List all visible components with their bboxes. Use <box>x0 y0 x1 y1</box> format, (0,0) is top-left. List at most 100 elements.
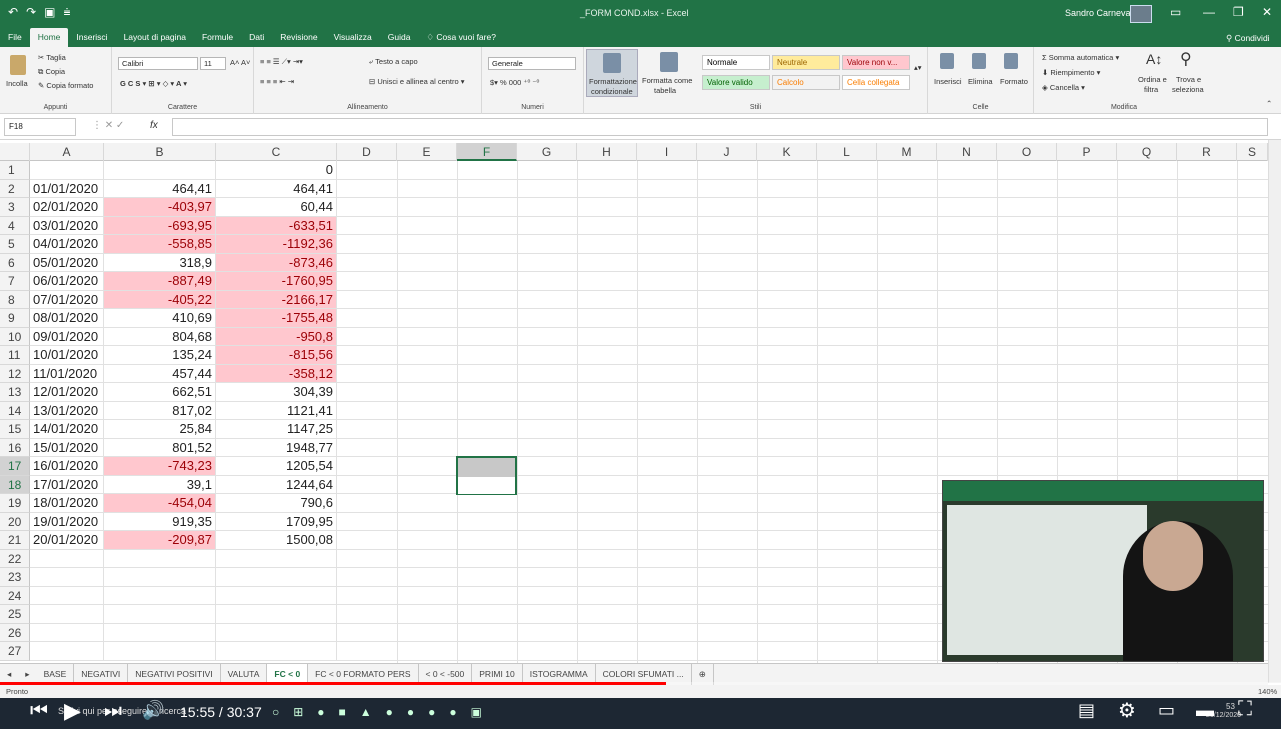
theater-icon[interactable]: ▬ <box>1196 700 1214 721</box>
tab-page-layout[interactable]: Layout di pagina <box>116 28 194 47</box>
cell-c[interactable]: -1760,95 <box>216 272 337 291</box>
zoom-level[interactable]: 140% <box>1258 687 1277 696</box>
tab-home[interactable]: Home <box>29 28 69 47</box>
currency-percent-icons[interactable]: $▾ % 000 ⁺⁰ ⁻⁰ <box>490 78 539 87</box>
style-calculation[interactable]: Calcolo <box>772 75 840 90</box>
format-as-table-button[interactable]: Formatta come tabella <box>642 49 696 97</box>
cell-b[interactable] <box>104 161 216 180</box>
cell-c[interactable]: 1709,95 <box>216 512 337 531</box>
row-header[interactable]: 2 <box>0 179 30 198</box>
bold-italic-underline-icons[interactable]: G C S ▾ ⊞ ▾ ◇ ▾ A ▾ <box>120 79 187 88</box>
customize-qat-icon[interactable]: ⩧ <box>63 5 70 23</box>
row-header[interactable]: 16 <box>0 438 30 457</box>
redo-icon[interactable]: ↷ <box>26 5 36 23</box>
restore-icon[interactable]: ❐ <box>1233 5 1244 19</box>
cell-c[interactable] <box>216 568 337 587</box>
column-header[interactable]: R <box>1177 143 1237 161</box>
copy-button[interactable]: ⧉ Copia <box>38 67 65 77</box>
cell-b[interactable]: 817,02 <box>104 401 216 420</box>
row-header[interactable]: 21 <box>0 531 30 550</box>
cell-c[interactable] <box>216 586 337 605</box>
style-normal[interactable]: Normale <box>702 55 770 70</box>
share-button[interactable]: ⚲ Condividi <box>1226 33 1270 44</box>
formula-input[interactable] <box>172 118 1268 136</box>
name-box[interactable]: F18 <box>4 118 76 136</box>
row-header[interactable]: 15 <box>0 420 30 439</box>
style-valid[interactable]: Valore valido <box>702 75 770 90</box>
cell-a[interactable]: 17/01/2020 <box>30 475 104 494</box>
column-header[interactable]: L <box>817 143 877 161</box>
format-button[interactable]: Formato <box>1000 77 1028 86</box>
column-header[interactable]: Q <box>1117 143 1177 161</box>
row-header[interactable]: 13 <box>0 383 30 402</box>
cell-a[interactable]: 02/01/2020 <box>30 198 104 217</box>
row-header[interactable]: 18 <box>0 475 30 494</box>
row-header[interactable]: 19 <box>0 494 30 513</box>
cell-c[interactable]: 1948,77 <box>216 438 337 457</box>
column-header[interactable]: F <box>457 143 517 161</box>
row-header[interactable]: 14 <box>0 401 30 420</box>
cell-a[interactable]: 19/01/2020 <box>30 512 104 531</box>
cell-a[interactable] <box>30 161 104 180</box>
cell-a[interactable] <box>30 642 104 661</box>
cell-b[interactable]: -887,49 <box>104 272 216 291</box>
column-header[interactable]: O <box>997 143 1057 161</box>
cell-b[interactable] <box>104 623 216 642</box>
cell-c[interactable] <box>216 623 337 642</box>
cell-a[interactable] <box>30 586 104 605</box>
row-header[interactable]: 20 <box>0 512 30 531</box>
row-header[interactable]: 10 <box>0 327 30 346</box>
cell-b[interactable]: 801,52 <box>104 438 216 457</box>
font-size-select[interactable]: 11 <box>200 57 226 70</box>
cell-a[interactable] <box>30 605 104 624</box>
style-neutral[interactable]: Neutrale <box>772 55 840 70</box>
cell-c[interactable]: 1244,64 <box>216 475 337 494</box>
cell-a[interactable]: 06/01/2020 <box>30 272 104 291</box>
cell-c[interactable]: 1205,54 <box>216 457 337 476</box>
cell-a[interactable] <box>30 549 104 568</box>
cell-a[interactable]: 12/01/2020 <box>30 383 104 402</box>
row-header[interactable]: 26 <box>0 623 30 642</box>
cell-b[interactable]: 318,9 <box>104 253 216 272</box>
cell-a[interactable]: 08/01/2020 <box>30 309 104 328</box>
cell-a[interactable]: 20/01/2020 <box>30 531 104 550</box>
cell-a[interactable]: 18/01/2020 <box>30 494 104 513</box>
sort-icon[interactable]: A↕ <box>1146 51 1162 67</box>
save-icon[interactable]: ▣ <box>44 5 55 23</box>
subtitles-icon[interactable]: ▤ <box>1078 700 1095 721</box>
column-header[interactable]: M <box>877 143 937 161</box>
style-invalid[interactable]: Valore non v... <box>842 55 910 70</box>
cell-a[interactable]: 11/01/2020 <box>30 364 104 383</box>
cell-c[interactable]: -633,51 <box>216 216 337 235</box>
cell-a[interactable]: 04/01/2020 <box>30 235 104 254</box>
cell-a[interactable]: 14/01/2020 <box>30 420 104 439</box>
cell-b[interactable]: -693,95 <box>104 216 216 235</box>
insert-function-icon[interactable]: fx <box>150 120 158 131</box>
tab-help[interactable]: Guida <box>380 28 419 47</box>
minimize-icon[interactable]: — <box>1203 5 1215 19</box>
cell-c[interactable]: -950,8 <box>216 327 337 346</box>
cell-b[interactable]: -405,22 <box>104 290 216 309</box>
font-name-select[interactable]: Calibri <box>118 57 198 70</box>
cell-c[interactable]: 0 <box>216 161 337 180</box>
cell-b[interactable]: -403,97 <box>104 198 216 217</box>
conditional-formatting-button[interactable]: Formattazione condizionale <box>586 49 638 97</box>
format-cells-icon[interactable] <box>1004 53 1018 69</box>
cell-b[interactable] <box>104 605 216 624</box>
user-name[interactable]: Sandro Carnevali <box>1065 8 1135 18</box>
align-top-icons[interactable]: ≡ ≡ ☰ ⟋▾ ⇥▾ <box>260 57 303 67</box>
clear-button[interactable]: ◈ Cancella ▾ <box>1042 83 1085 92</box>
column-header[interactable]: E <box>397 143 457 161</box>
cell-c[interactable]: 1121,41 <box>216 401 337 420</box>
row-header[interactable]: 8 <box>0 290 30 309</box>
row-header[interactable]: 24 <box>0 586 30 605</box>
number-format-select[interactable]: Generale <box>488 57 576 70</box>
fullscreen-icon[interactable]: ⛶ <box>1238 698 1252 721</box>
cell-a[interactable] <box>30 623 104 642</box>
vertical-scrollbar[interactable] <box>1268 140 1281 683</box>
fill-button[interactable]: ⬇ Riempimento ▾ <box>1042 68 1100 77</box>
cell-b[interactable] <box>104 549 216 568</box>
cell-a[interactable]: 09/01/2020 <box>30 327 104 346</box>
find-select-button[interactable]: Trova e <box>1176 75 1201 84</box>
row-header[interactable]: 23 <box>0 568 30 587</box>
